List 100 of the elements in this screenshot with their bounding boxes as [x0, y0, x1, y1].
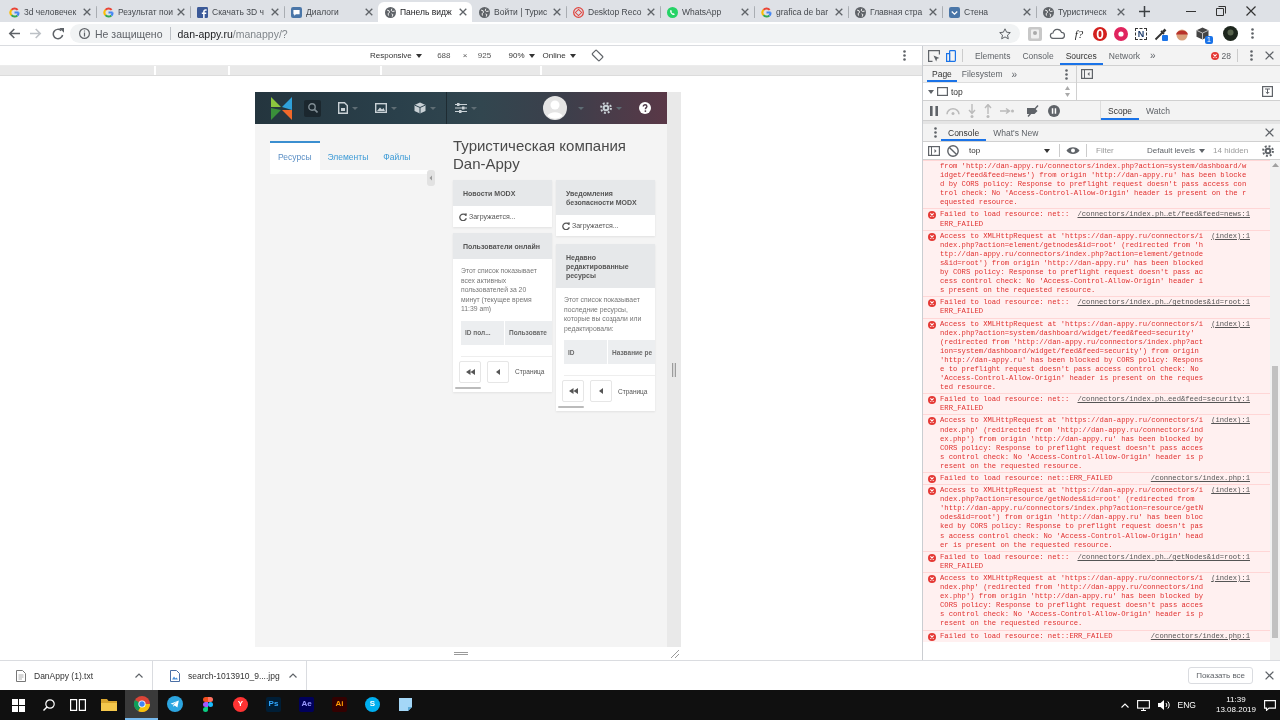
- sidebar-toggle-icon[interactable]: [1081, 69, 1093, 79]
- more-tabs-button[interactable]: »: [1146, 50, 1160, 61]
- close-icon[interactable]: [553, 8, 561, 16]
- menu-icon[interactable]: [1065, 68, 1068, 80]
- avatar-icon[interactable]: [543, 96, 567, 120]
- collapse-handle-icon[interactable]: [427, 170, 435, 186]
- eye-icon[interactable]: [1066, 146, 1080, 155]
- image-tile-icon[interactable]: [1028, 26, 1042, 41]
- info-icon[interactable]: [79, 28, 90, 39]
- taskbar-button[interactable]: Ai: [323, 690, 356, 720]
- restore-icon[interactable]: [1216, 6, 1226, 16]
- browser-tab[interactable]: Войти | Турис: [472, 2, 566, 22]
- drawer-tab[interactable]: Console: [941, 124, 987, 141]
- close-icon[interactable]: [1246, 6, 1256, 16]
- notification-icon[interactable]: [1264, 699, 1276, 711]
- dot-circle-icon[interactable]: [1114, 26, 1128, 41]
- caret-up-icon[interactable]: [135, 673, 143, 678]
- address-field[interactable]: Не защищено dan-appy.ru/manappy/?: [70, 24, 1020, 43]
- cloud-icon[interactable]: [1049, 28, 1065, 39]
- image-icon[interactable]: [375, 103, 387, 113]
- menu-icon[interactable]: [903, 50, 906, 61]
- help-icon[interactable]: [639, 102, 651, 114]
- back-arrow-icon[interactable]: [8, 28, 20, 39]
- grip-icon[interactable]: [454, 652, 468, 655]
- close-icon[interactable]: [365, 8, 373, 16]
- rotate-icon[interactable]: [590, 49, 604, 62]
- task-view-icon[interactable]: [70, 699, 86, 711]
- close-icon[interactable]: [1265, 51, 1274, 60]
- network-select[interactable]: Online: [541, 49, 577, 62]
- close-icon[interactable]: [83, 8, 91, 16]
- panel-tab[interactable]: Elements: [969, 46, 1017, 65]
- device-toggle-icon[interactable]: [946, 49, 956, 62]
- taskbar-button[interactable]: Ae: [290, 690, 323, 720]
- frame-label[interactable]: top: [951, 86, 963, 97]
- previous-page-button[interactable]: [487, 360, 509, 383]
- navigator-tab[interactable]: Page: [927, 66, 957, 82]
- resize-corner-icon[interactable]: [671, 649, 679, 658]
- minimize-icon[interactable]: [1186, 10, 1196, 12]
- clock-date[interactable]: 13.08.2019: [1215, 705, 1256, 715]
- windows-start-icon[interactable]: [12, 698, 25, 712]
- expand-arrow-icon[interactable]: [928, 89, 934, 94]
- reload-icon[interactable]: [52, 27, 64, 40]
- navigator-tab[interactable]: Filesystem: [956, 66, 1008, 82]
- error-counter[interactable]: 28: [1210, 50, 1231, 61]
- browser-tab[interactable]: 3d человечек: [2, 2, 96, 22]
- menu-icon[interactable]: [1251, 28, 1254, 39]
- search-button[interactable]: [304, 99, 321, 117]
- zoom-select[interactable]: 90%: [507, 49, 536, 62]
- close-icon[interactable]: [177, 8, 185, 16]
- star-icon[interactable]: [999, 27, 1011, 40]
- panel-tab[interactable]: Network: [1102, 46, 1146, 65]
- volume-icon[interactable]: [1157, 700, 1170, 710]
- extension-button[interactable]: f?: [1072, 27, 1086, 40]
- clear-console-icon[interactable]: [947, 144, 959, 157]
- cube-icon[interactable]: [414, 102, 426, 114]
- menu-icon[interactable]: [934, 127, 937, 138]
- pause-on-exceptions-icon[interactable]: [1048, 104, 1060, 117]
- network-icon[interactable]: [1136, 699, 1150, 711]
- close-icon[interactable]: [647, 8, 655, 16]
- avatar-icon[interactable]: [1223, 26, 1238, 41]
- sliders-icon[interactable]: [455, 103, 467, 113]
- pause-icon[interactable]: [930, 105, 938, 116]
- close-icon[interactable]: [1265, 128, 1274, 137]
- previous-page-button[interactable]: [590, 380, 612, 403]
- settings-icon[interactable]: [1262, 144, 1274, 157]
- taskbar-button[interactable]: Y: [224, 690, 257, 720]
- device-select[interactable]: Responsive: [369, 49, 423, 62]
- pane-toggle-icon[interactable]: [1262, 86, 1273, 97]
- show-all-button[interactable]: Показать все: [1188, 667, 1253, 684]
- ring-icon[interactable]: [1093, 26, 1107, 41]
- document-icon[interactable]: [338, 102, 348, 114]
- first-page-button[interactable]: [459, 360, 481, 383]
- eyedropper-icon[interactable]: [1154, 26, 1168, 41]
- context-select[interactable]: top: [965, 146, 1053, 155]
- close-icon[interactable]: [1117, 8, 1125, 16]
- scrollbar-thumb[interactable]: [558, 406, 584, 409]
- security-label[interactable]: Не защищено: [95, 27, 163, 40]
- clock-time[interactable]: 11:39: [1226, 695, 1246, 705]
- levels-select[interactable]: Default levels: [1147, 146, 1206, 155]
- more-tabs-button[interactable]: »: [1007, 68, 1022, 80]
- language-indicator[interactable]: ENG: [1177, 700, 1196, 710]
- resize-handle[interactable]: [667, 92, 681, 647]
- taskbar-button[interactable]: Ps: [257, 690, 290, 720]
- sidebar-icon[interactable]: [928, 145, 940, 156]
- first-page-button[interactable]: [562, 380, 584, 403]
- close-icon[interactable]: [741, 8, 749, 16]
- close-icon[interactable]: [271, 8, 279, 16]
- browser-tab[interactable]: Панель видж: [378, 2, 472, 22]
- cube-icon[interactable]: [1196, 27, 1209, 40]
- height-field[interactable]: 925: [473, 49, 496, 62]
- close-icon[interactable]: [929, 8, 937, 16]
- menu-icon[interactable]: [1250, 50, 1253, 61]
- sidebar-tab[interactable]: Watch: [1139, 101, 1177, 120]
- panel-tab[interactable]: Ресурсы: [270, 141, 320, 170]
- caret-up-icon[interactable]: [289, 673, 297, 678]
- inspect-icon[interactable]: [928, 49, 940, 62]
- close-icon[interactable]: [459, 8, 467, 16]
- scrollbar-thumb[interactable]: [455, 386, 481, 389]
- taskbar-button[interactable]: [125, 690, 158, 720]
- extension-button[interactable]: N: [1135, 27, 1147, 40]
